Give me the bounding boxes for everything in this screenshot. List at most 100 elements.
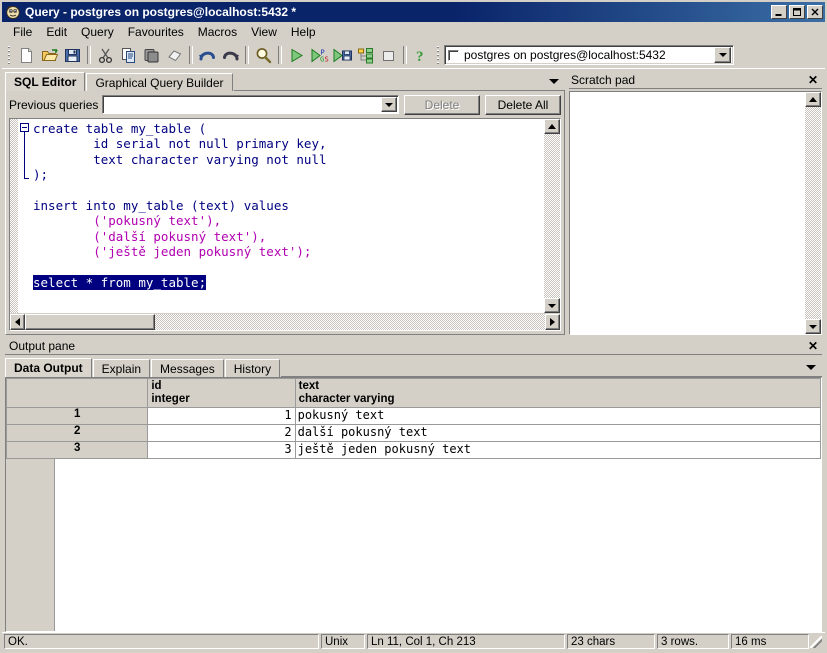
tab-data-output-label: Data Output: [14, 361, 83, 375]
row-header-1[interactable]: 1: [7, 408, 148, 425]
svg-text:S: S: [325, 55, 329, 63]
editor-fold-column[interactable]: [18, 119, 32, 313]
scroll-up-button[interactable]: [544, 119, 560, 134]
cell-text-1[interactable]: pokusný text: [295, 408, 820, 425]
hscroll-track[interactable]: [155, 314, 545, 330]
table-row[interactable]: 3 3 ještě jeden pokusný text: [7, 442, 821, 459]
window-title: Query - postgres on postgres@localhost:5…: [25, 5, 771, 19]
main-area: SQL Editor Graphical Query Builder Previ…: [2, 69, 825, 651]
status-message: OK.: [4, 634, 319, 649]
scratch-pad-textarea[interactable]: [570, 92, 805, 334]
cell-text-3[interactable]: ještě jeden pokusný text: [295, 442, 820, 459]
sql-code-area[interactable]: create table my_table ( id serial not nu…: [32, 119, 544, 313]
scroll-down-button[interactable]: [544, 298, 560, 313]
toolbar-separator-4: [278, 46, 282, 64]
result-table: id integer text character varying 1 1 po…: [6, 378, 821, 459]
clear-icon[interactable]: [163, 44, 186, 66]
column-header-id[interactable]: id integer: [148, 379, 295, 408]
toolbar-grip-2[interactable]: [435, 45, 442, 65]
scratch-scroll-up-button[interactable]: [805, 92, 821, 107]
minimize-button[interactable]: [771, 5, 787, 19]
cell-text-2[interactable]: další pokusný text: [295, 425, 820, 442]
data-output-grid[interactable]: id integer text character varying 1 1 po…: [5, 377, 822, 632]
delete-all-queries-button[interactable]: Delete All: [485, 95, 561, 115]
previous-queries-combo[interactable]: [102, 95, 399, 114]
close-button[interactable]: [807, 5, 823, 19]
save-icon[interactable]: [61, 44, 84, 66]
tab-sql-editor[interactable]: SQL Editor: [5, 72, 85, 91]
undo-icon[interactable]: [196, 44, 219, 66]
table-row[interactable]: 2 2 další pokusný text: [7, 425, 821, 442]
open-icon[interactable]: [38, 44, 61, 66]
tab-messages[interactable]: Messages: [151, 359, 224, 377]
menu-help[interactable]: Help: [284, 23, 323, 41]
menu-favourites[interactable]: Favourites: [121, 23, 191, 41]
tab-explain[interactable]: Explain: [93, 359, 150, 377]
column-header-text[interactable]: text character varying: [295, 379, 820, 408]
scratch-pad-close-icon[interactable]: ✕: [806, 73, 820, 87]
cell-id-1[interactable]: 1: [148, 408, 295, 425]
status-position: Ln 11, Col 1, Ch 213: [367, 634, 565, 649]
tab-history[interactable]: History: [225, 359, 280, 377]
scratch-scroll-track[interactable]: [805, 107, 821, 319]
scroll-left-button[interactable]: [10, 314, 25, 330]
explain-analyze-icon[interactable]: [354, 44, 377, 66]
column-header-id-type: integer: [151, 393, 291, 406]
row-header-2[interactable]: 2: [7, 425, 148, 442]
grid-empty-area[interactable]: [6, 459, 821, 631]
status-eol: Unix: [321, 634, 365, 649]
editor-horizontal-scrollbar[interactable]: [10, 313, 560, 330]
paste-icon[interactable]: [140, 44, 163, 66]
cell-id-2[interactable]: 2: [148, 425, 295, 442]
explain-icon[interactable]: P G S: [308, 44, 331, 66]
output-tabstrip-filler: [281, 358, 822, 377]
menu-edit[interactable]: Edit: [39, 23, 74, 41]
status-rows: 3 rows.: [657, 634, 729, 649]
find-icon[interactable]: [252, 44, 275, 66]
menu-view[interactable]: View: [244, 23, 284, 41]
delete-query-button[interactable]: Delete: [404, 95, 480, 115]
cut-icon[interactable]: [94, 44, 117, 66]
table-row[interactable]: 1 1 pokusný text: [7, 408, 821, 425]
grid-corner-cell[interactable]: [7, 379, 148, 408]
scroll-track[interactable]: [544, 134, 560, 298]
editor-vertical-scrollbar[interactable]: [544, 119, 560, 313]
tab-graphical-query-builder-label: Graphical Query Builder: [95, 76, 223, 90]
menu-file[interactable]: File: [6, 23, 39, 41]
tab-data-output[interactable]: Data Output: [5, 358, 92, 377]
execute-icon[interactable]: [285, 44, 308, 66]
cell-id-3[interactable]: 3: [148, 442, 295, 459]
grid-row-header-filler: [6, 459, 55, 631]
resize-grip[interactable]: [809, 634, 823, 649]
output-pane-title: Output pane: [9, 339, 806, 353]
redo-icon[interactable]: [219, 44, 242, 66]
copy-icon[interactable]: [117, 44, 140, 66]
help-icon[interactable]: ?: [410, 44, 433, 66]
menu-query[interactable]: Query: [74, 23, 121, 41]
editor-tabstrip: SQL Editor Graphical Query Builder: [5, 72, 565, 91]
fold-collapse-icon[interactable]: [20, 123, 29, 132]
connection-combo[interactable]: postgres on postgres@localhost:5432: [444, 45, 734, 65]
output-pane-close-icon[interactable]: ✕: [806, 339, 820, 353]
scratch-scroll-down-button[interactable]: [805, 319, 821, 334]
row-header-3[interactable]: 3: [7, 442, 148, 459]
scroll-right-button[interactable]: [545, 314, 560, 330]
connection-checkbox[interactable]: [448, 50, 459, 61]
sql-editor[interactable]: create table my_table ( id serial not nu…: [9, 118, 561, 331]
toolbar-grip[interactable]: [6, 45, 13, 65]
tab-graphical-query-builder[interactable]: Graphical Query Builder: [86, 73, 232, 91]
maximize-button[interactable]: [789, 5, 805, 19]
tab-overflow-chevron-icon[interactable]: [549, 79, 559, 84]
window-controls: [771, 5, 823, 19]
execute-to-file-icon[interactable]: [331, 44, 354, 66]
output-tab-overflow-chevron-icon[interactable]: [806, 365, 816, 370]
scratch-pad-vertical-scrollbar[interactable]: [805, 92, 821, 334]
stop-icon[interactable]: [377, 44, 400, 66]
maximize-icon: [790, 6, 804, 18]
new-icon[interactable]: [15, 44, 38, 66]
menu-macros[interactable]: Macros: [191, 23, 244, 41]
chevron-down-icon[interactable]: [714, 47, 731, 63]
hscroll-thumb[interactable]: [25, 314, 155, 330]
previous-queries-chevron-down-icon[interactable]: [381, 97, 397, 112]
scratch-pad-body[interactable]: [569, 91, 822, 335]
